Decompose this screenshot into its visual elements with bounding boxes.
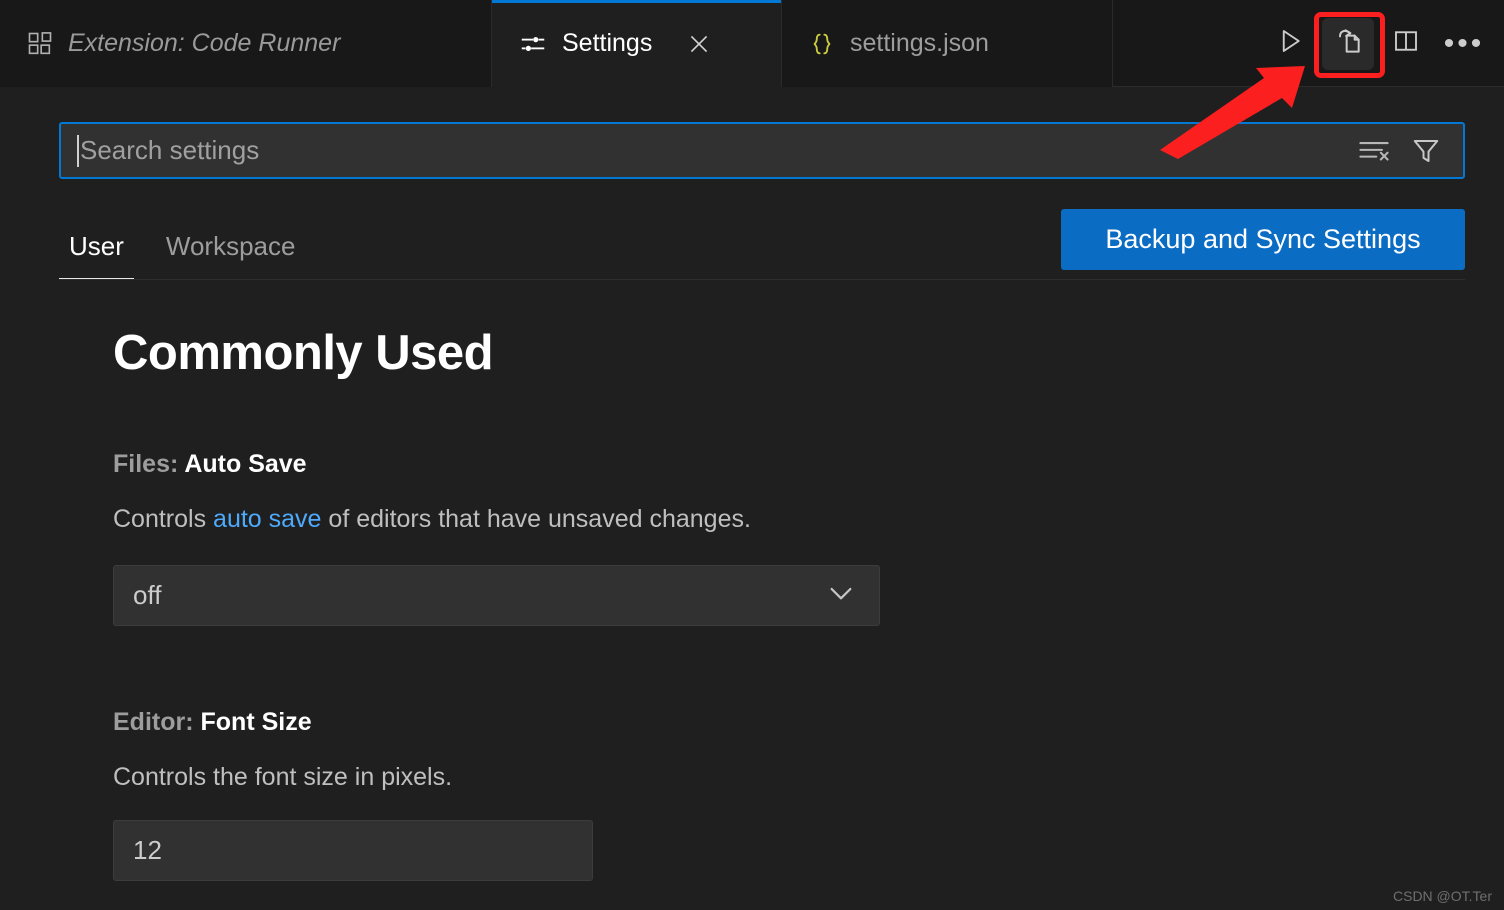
setting-title: Editor: Font Size xyxy=(113,708,1313,737)
editor-actions-toolbar: ••• xyxy=(1264,0,1490,87)
editor-tab-bar: Extension: Code Runner Settings settings… xyxy=(0,0,1504,87)
setting-title: Files: Auto Save xyxy=(113,450,1313,479)
more-actions-button[interactable]: ••• xyxy=(1438,18,1490,70)
tab-label: Extension: Code Runner xyxy=(68,29,341,57)
backup-and-sync-settings-button[interactable]: Backup and Sync Settings xyxy=(1061,209,1465,270)
tab-label: settings.json xyxy=(850,29,989,57)
desc-text-before: Controls xyxy=(113,505,214,533)
font-size-input[interactable] xyxy=(133,835,573,866)
split-editor-button[interactable] xyxy=(1380,18,1432,70)
settings-search-container[interactable] xyxy=(59,122,1465,179)
chevron-down-icon xyxy=(825,577,857,614)
setting-category: Files: xyxy=(113,450,185,478)
setting-description: Controls auto save of editors that have … xyxy=(113,505,1313,534)
play-icon xyxy=(1275,26,1305,61)
clear-search-icon[interactable] xyxy=(1355,132,1393,170)
split-editor-icon xyxy=(1391,26,1421,61)
font-size-input-wrapper[interactable] xyxy=(113,820,593,881)
auto-save-select[interactable]: off xyxy=(113,565,880,626)
json-braces-icon xyxy=(808,29,836,59)
extensions-icon xyxy=(26,30,54,58)
scope-divider xyxy=(59,279,1465,280)
watermark: CSDN @OT.Ter xyxy=(1393,888,1492,904)
open-file-arrow-icon xyxy=(1332,25,1364,62)
scope-tab-label: Workspace xyxy=(165,231,296,261)
select-value: off xyxy=(133,580,162,610)
close-icon[interactable] xyxy=(684,29,714,59)
setting-files-auto-save: Files: Auto Save Controls auto save of e… xyxy=(113,450,1313,626)
desc-text-after: of editors that have unsaved changes. xyxy=(321,505,751,533)
search-action-icons xyxy=(1355,132,1463,170)
ellipsis-icon: ••• xyxy=(1443,26,1485,60)
run-code-button[interactable] xyxy=(1264,18,1316,70)
page-title: Commonly Used xyxy=(113,326,494,380)
setting-description: Controls the font size in pixels. xyxy=(113,763,1313,792)
setting-name: Auto Save xyxy=(184,450,307,478)
scope-tab-user[interactable]: User xyxy=(59,231,134,280)
scope-tab-label: User xyxy=(69,231,124,261)
search-input[interactable] xyxy=(79,124,1355,177)
setting-editor-font-size: Editor: Font Size Controls the font size… xyxy=(113,708,1313,881)
setting-name: Font Size xyxy=(200,708,312,736)
filter-icon[interactable] xyxy=(1407,132,1445,170)
desc-text-before: Controls the font size in pixels. xyxy=(113,763,453,791)
scope-tab-workspace[interactable]: Workspace xyxy=(156,231,306,280)
tab-settings[interactable]: Settings xyxy=(492,0,782,87)
setting-category: Editor: xyxy=(113,708,201,736)
tab-extension-code-runner[interactable]: Extension: Code Runner xyxy=(0,0,492,87)
auto-save-link[interactable]: auto save xyxy=(213,505,321,533)
tab-label: Settings xyxy=(562,29,653,57)
open-settings-json-button[interactable] xyxy=(1322,17,1374,70)
settings-sliders-icon xyxy=(518,29,548,59)
vscode-settings-window: Extension: Code Runner Settings settings… xyxy=(0,0,1504,910)
tab-settings-json[interactable]: settings.json xyxy=(782,0,1113,87)
settings-list: Commonly Used Files: Auto Save Controls … xyxy=(0,290,1504,910)
